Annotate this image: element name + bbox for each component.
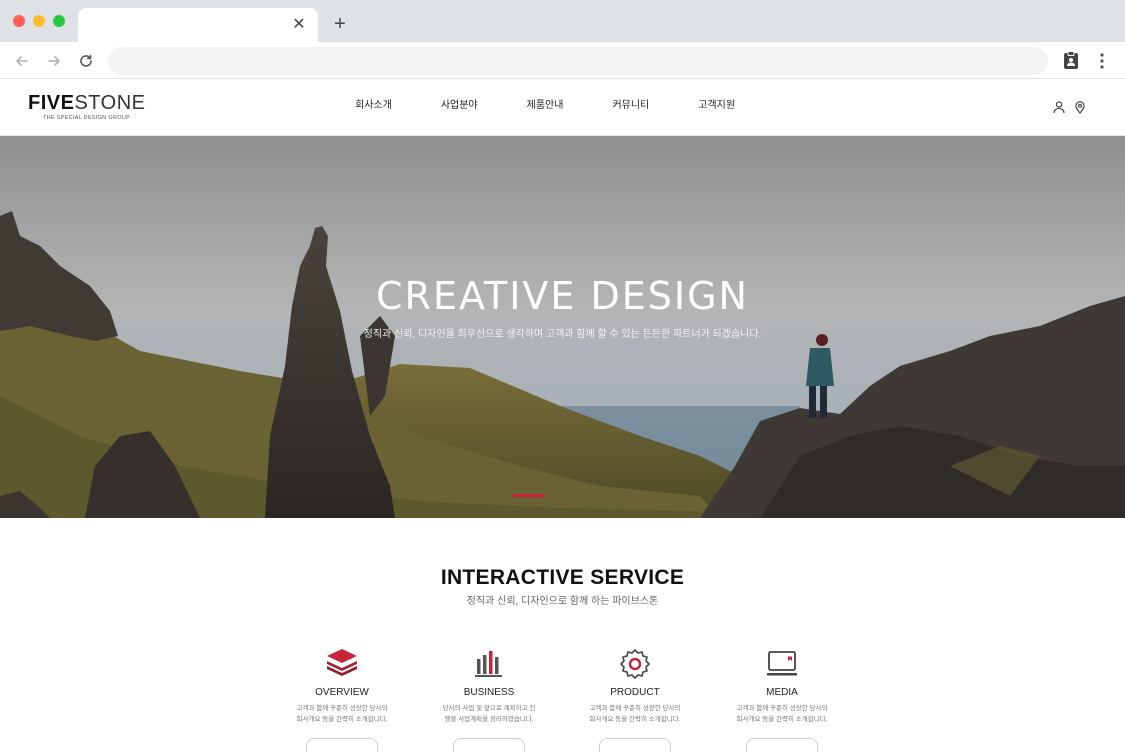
bar-chart-icon — [475, 651, 502, 677]
logo-tagline: THE SPECIAL DESIGN GROUP — [43, 115, 131, 121]
window-maximize-button[interactable] — [53, 15, 65, 27]
logo-light-text: STONE — [74, 92, 146, 114]
logo-bold-text: FIVE — [28, 92, 75, 114]
monitor-icon — [767, 651, 797, 676]
nav-item-business[interactable]: 사업분야 — [441, 99, 478, 113]
layers-icon — [327, 649, 357, 676]
user-icon[interactable] — [1052, 100, 1066, 114]
card-description: 고객과 함께 꾸준히 성장한 당사의 회사개요 등을 간략히 소개합니다. — [589, 705, 681, 723]
card-description: 고객과 함께 꾸준히 성장한 당사의 회사개요 등을 간략히 소개합니다. — [736, 705, 828, 723]
hero-title: CREATIVE DESIGN — [376, 274, 749, 318]
section-title: INTERACTIVE SERVICE — [440, 566, 685, 589]
window-minimize-button[interactable] — [33, 15, 45, 27]
card-description: 당사의 사업 및 앞으로 계획하고 진 행할 사업계획을 정리하였습니다. — [442, 705, 536, 723]
browser-tab[interactable]: ✕ — [78, 8, 318, 42]
nav-item-support[interactable]: 고객지원 — [698, 99, 735, 113]
nav-item-products[interactable]: 제품안내 — [527, 99, 564, 113]
browser-toolbar — [0, 42, 1125, 79]
nav-item-about[interactable]: 회사소개 — [355, 99, 392, 113]
card-title: PRODUCT — [610, 687, 660, 698]
service-card-overview[interactable]: OVERVIEW 고객과 함께 꾸준히 성장한 당사의 회사개요 등을 간략히 소… — [282, 648, 402, 752]
nav-item-community[interactable]: 커뮤니티 — [612, 99, 649, 113]
new-tab-button[interactable]: + — [330, 12, 350, 36]
reload-icon[interactable] — [75, 50, 97, 72]
site-logo[interactable]: FIVESTONE THE SPECIAL DESIGN GROUP — [28, 92, 146, 121]
main-nav: 회사소개 사업분야 제품안내 커뮤니티 고객지원 — [355, 99, 784, 113]
slide-indicator[interactable] — [512, 494, 544, 497]
card-description: 고객과 함께 꾸준히 성장한 당사의 회사개요 등을 간략히 소개합니다. — [296, 705, 388, 723]
window-close-button[interactable] — [13, 15, 25, 27]
back-icon[interactable] — [11, 50, 33, 72]
section-subtitle: 정직과 신뢰, 디자인으로 함께 하는 파이브스톤 — [466, 596, 659, 607]
address-bar[interactable] — [108, 47, 1048, 75]
card-title: BUSINESS — [463, 687, 515, 698]
card-title: OVERVIEW — [315, 687, 369, 698]
hero-banner: CREATIVE DESIGN 정직과 신뢰, 디자인을 최우선으로 생각하며 … — [0, 136, 1125, 518]
forward-icon[interactable] — [43, 50, 65, 72]
card-title: MEDIA — [766, 687, 798, 698]
service-card-media[interactable]: MEDIA 고객과 함께 꾸준히 성장한 당사의 회사개요 등을 간략히 소개합니… — [722, 648, 842, 752]
clipboard-icon[interactable] — [1061, 50, 1081, 70]
more-menu-icon[interactable] — [1094, 50, 1110, 72]
location-pin-icon[interactable] — [1073, 100, 1087, 114]
browser-tab-bar: ✕ + — [0, 0, 1125, 42]
site-header: FIVESTONE THE SPECIAL DESIGN GROUP 회사소개 … — [0, 80, 1125, 136]
hero-landscape-image — [0, 136, 1125, 518]
gear-icon — [620, 649, 650, 679]
service-card-product[interactable]: PRODUCT 고객과 함께 꾸준히 성장한 당사의 회사개요 등을 간략히 소개… — [575, 648, 695, 752]
service-card-business[interactable]: BUSINESS 당사의 사업 및 앞으로 계획하고 진 행할 사업계획을 정리하… — [429, 648, 549, 752]
tab-close-icon[interactable]: ✕ — [290, 15, 308, 35]
hero-subtitle: 정직과 신뢰, 디자인을 최우선으로 생각하며 고객과 함께 할 수 있는 든든… — [363, 329, 762, 340]
